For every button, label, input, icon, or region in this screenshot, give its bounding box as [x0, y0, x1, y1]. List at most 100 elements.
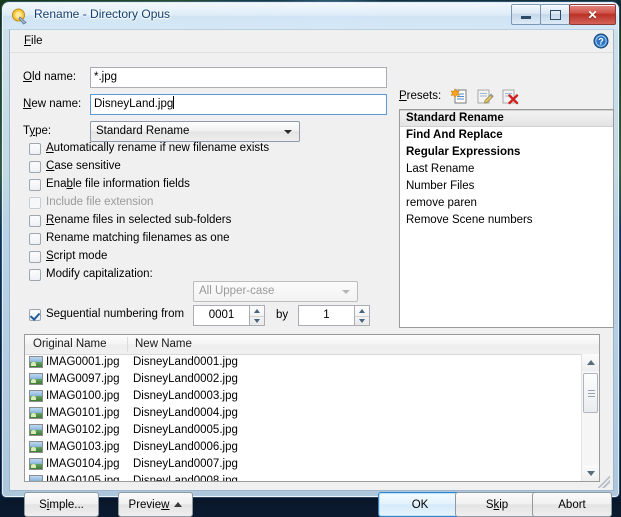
close-button[interactable]: ✕ [569, 4, 616, 25]
delete-preset-icon[interactable] [501, 88, 519, 105]
table-row[interactable]: IMAG0101.jpg DisneyLand0004.jpg [25, 405, 584, 422]
preset-item-number-files[interactable]: Number Files [400, 178, 613, 195]
type-value: Standard Rename [96, 125, 189, 137]
sequential-start-spinner[interactable]: 0001 [193, 305, 265, 326]
spin-up-button[interactable] [355, 306, 369, 317]
type-combobox[interactable]: Standard Rename [90, 121, 300, 142]
table-row[interactable]: IMAG0001.jpg DisneyLand0001.jpg [25, 354, 584, 371]
ok-button-label: OK [412, 499, 429, 511]
table-row[interactable]: IMAG0105.jpg DisneyLand0008.jpg [25, 473, 584, 482]
checkbox-label: Sequential numbering from [46, 308, 184, 320]
simple-button-label: Simple... [39, 499, 84, 511]
spin-down-button[interactable] [355, 317, 369, 327]
scroll-up-button[interactable] [582, 354, 599, 371]
table-row[interactable]: IMAG0097.jpg DisneyLand0002.jpg [25, 371, 584, 388]
sequential-step-spin-buttons[interactable] [354, 305, 370, 326]
column-header-original-name[interactable]: Original Name [33, 338, 107, 350]
old-name-label: Old name: [23, 71, 76, 83]
cell-new-name: DisneyLand0005.jpg [133, 422, 238, 439]
dialog-client-area: File ? Old name: *.jpg New name: DisneyL… [9, 29, 614, 491]
checkbox-label: Rename files in selected sub-folders [46, 214, 231, 226]
checkbox-box [29, 179, 41, 191]
table-row[interactable]: IMAG0102.jpg DisneyLand0005.jpg [25, 422, 584, 439]
presets-label-rest: resets: [407, 90, 442, 102]
presets-listbox[interactable]: Standard Rename Find And Replace Regular… [399, 109, 614, 328]
spin-down-icon [359, 319, 365, 323]
help-question-icon[interactable]: ? [593, 33, 609, 49]
table-row[interactable]: IMAG0100.jpg DisneyLand0003.jpg [25, 388, 584, 405]
sequential-start-spin-buttons[interactable] [249, 305, 265, 326]
checkbox-box [29, 309, 41, 321]
checkbox-label: Modify capitalization: [46, 268, 153, 280]
minimize-button[interactable] [511, 4, 541, 25]
skip-button-label: Skip [486, 499, 508, 511]
file-list-scrollbar[interactable] [581, 354, 599, 482]
rename-tag-icon [11, 8, 28, 25]
edit-preset-icon[interactable] [476, 88, 494, 105]
spin-up-icon [359, 309, 365, 313]
maximize-button[interactable] [540, 4, 570, 25]
image-file-icon [29, 407, 43, 419]
sequential-step-value[interactable]: 1 [298, 305, 354, 326]
preset-item-regular-expressions[interactable]: Regular Expressions [400, 144, 613, 161]
simple-button[interactable]: Simple... [24, 492, 99, 517]
checkbox-box [29, 197, 41, 209]
old-name-label-rest: ld name: [32, 71, 76, 83]
sequential-step-spinner[interactable]: 1 [298, 305, 370, 326]
cell-new-name: DisneyLand0007.jpg [133, 456, 238, 473]
spin-down-button[interactable] [250, 317, 264, 327]
column-header-new-name[interactable]: New Name [135, 338, 192, 350]
rename-preview-list[interactable]: Original Name New Name IMAG0001.jpg Disn… [24, 334, 600, 482]
image-file-icon [29, 458, 43, 470]
rename-dialog-window: Rename - Directory Opus ✕ File ? Old nam… [2, 2, 619, 497]
scroll-down-button[interactable] [582, 465, 599, 482]
chevron-up-icon [174, 502, 182, 507]
table-row[interactable]: IMAG0104.jpg DisneyLand0007.jpg [25, 456, 584, 473]
column-divider[interactable] [127, 337, 128, 352]
checkbox-label: Script mode [46, 250, 107, 262]
window-title: Rename - Directory Opus [34, 7, 170, 21]
new-preset-icon[interactable] [451, 88, 469, 105]
chevron-down-icon [587, 471, 595, 476]
abort-button[interactable]: Abort [532, 492, 612, 517]
menu-item-file[interactable]: File [20, 34, 47, 48]
cell-new-name: DisneyLand0002.jpg [133, 371, 238, 388]
ok-button[interactable]: OK [378, 492, 462, 517]
image-file-icon [29, 390, 43, 402]
cell-original-name: IMAG0102.jpg [46, 422, 120, 439]
preset-item-find-and-replace[interactable]: Find And Replace [400, 127, 613, 144]
preset-item-standard-rename[interactable]: Standard Rename [400, 110, 613, 127]
resize-grip[interactable] [598, 476, 610, 488]
chevron-down-icon [284, 130, 292, 134]
chevron-down-icon [342, 290, 350, 294]
new-name-value: DisneyLand.jpg [94, 98, 173, 110]
sequential-by-label: by [276, 309, 288, 321]
checkbox-box [29, 161, 41, 173]
checkbox-box [29, 215, 41, 227]
scrollbar-thumb[interactable] [583, 373, 598, 413]
capitalization-combobox[interactable]: All Upper-case [193, 281, 358, 302]
presets-label: Presets: [399, 90, 441, 102]
table-row[interactable]: IMAG0103.jpg DisneyLand0006.jpg [25, 439, 584, 456]
checkbox-box [29, 143, 41, 155]
text-caret [173, 96, 174, 109]
preset-item-remove-scene-numbers[interactable]: Remove Scene numbers [400, 212, 613, 229]
title-bar[interactable]: Rename - Directory Opus ✕ [3, 3, 618, 29]
cell-original-name: IMAG0101.jpg [46, 405, 120, 422]
sequential-start-value[interactable]: 0001 [193, 305, 249, 326]
file-list-body: IMAG0001.jpg DisneyLand0001.jpg IMAG0097… [25, 354, 584, 482]
preset-item-remove-paren[interactable]: remove paren [400, 195, 613, 212]
preview-button[interactable]: Preview [118, 492, 193, 517]
checkbox-label: Case sensitive [46, 160, 121, 172]
chevron-up-icon [587, 360, 595, 365]
checkbox-box [29, 251, 41, 263]
spin-up-button[interactable] [250, 306, 264, 317]
preset-item-last-rename[interactable]: Last Rename [400, 161, 613, 178]
skip-button[interactable]: Skip [455, 492, 539, 517]
checkbox-label: Rename matching filenames as one [46, 232, 229, 244]
old-name-input[interactable]: *.jpg [90, 67, 387, 88]
cell-new-name: DisneyLand0004.jpg [133, 405, 238, 422]
new-name-label: New name: [23, 98, 81, 110]
image-file-icon [29, 424, 43, 436]
new-name-input[interactable]: DisneyLand.jpg [90, 94, 387, 115]
